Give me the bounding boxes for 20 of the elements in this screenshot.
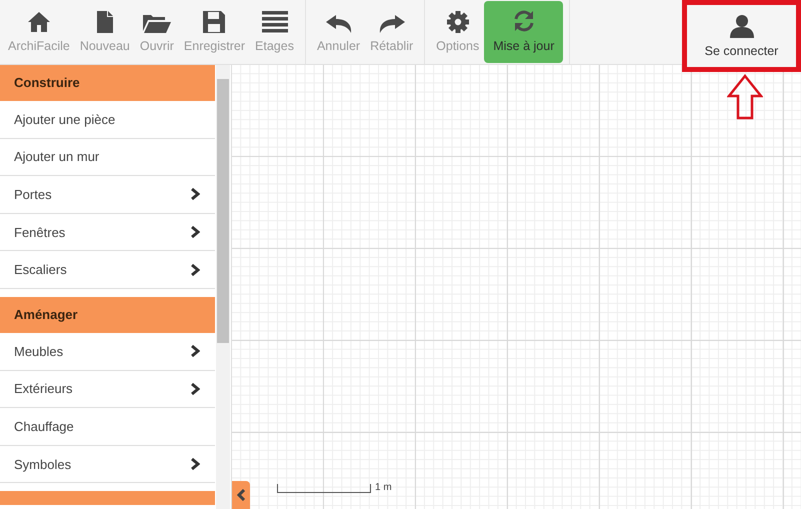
- undo-icon: [326, 15, 352, 33]
- settings-icon: [446, 11, 469, 33]
- toolbar-button[interactable]: Mise à jour: [484, 1, 564, 63]
- section-header[interactable]: Construire: [0, 65, 215, 101]
- login-button[interactable]: Se connecter: [682, 0, 801, 72]
- collapse-button[interactable]: [232, 481, 250, 509]
- refresh-icon: [512, 9, 536, 33]
- section-header[interactable]: [0, 491, 215, 506]
- file-icon: [96, 11, 113, 33]
- folder-icon: [142, 13, 171, 33]
- up-arrow-icon: [727, 74, 763, 120]
- scale-label: 1 m: [375, 483, 392, 493]
- redo-icon: [378, 15, 405, 33]
- chevron-left-icon: [237, 489, 245, 501]
- home-icon: [26, 11, 51, 33]
- save-icon: [203, 11, 226, 33]
- scrollbar[interactable]: [216, 65, 230, 509]
- menu-icon: [262, 11, 288, 33]
- user-icon: [730, 14, 754, 38]
- section-header[interactable]: Aménager: [0, 296, 215, 333]
